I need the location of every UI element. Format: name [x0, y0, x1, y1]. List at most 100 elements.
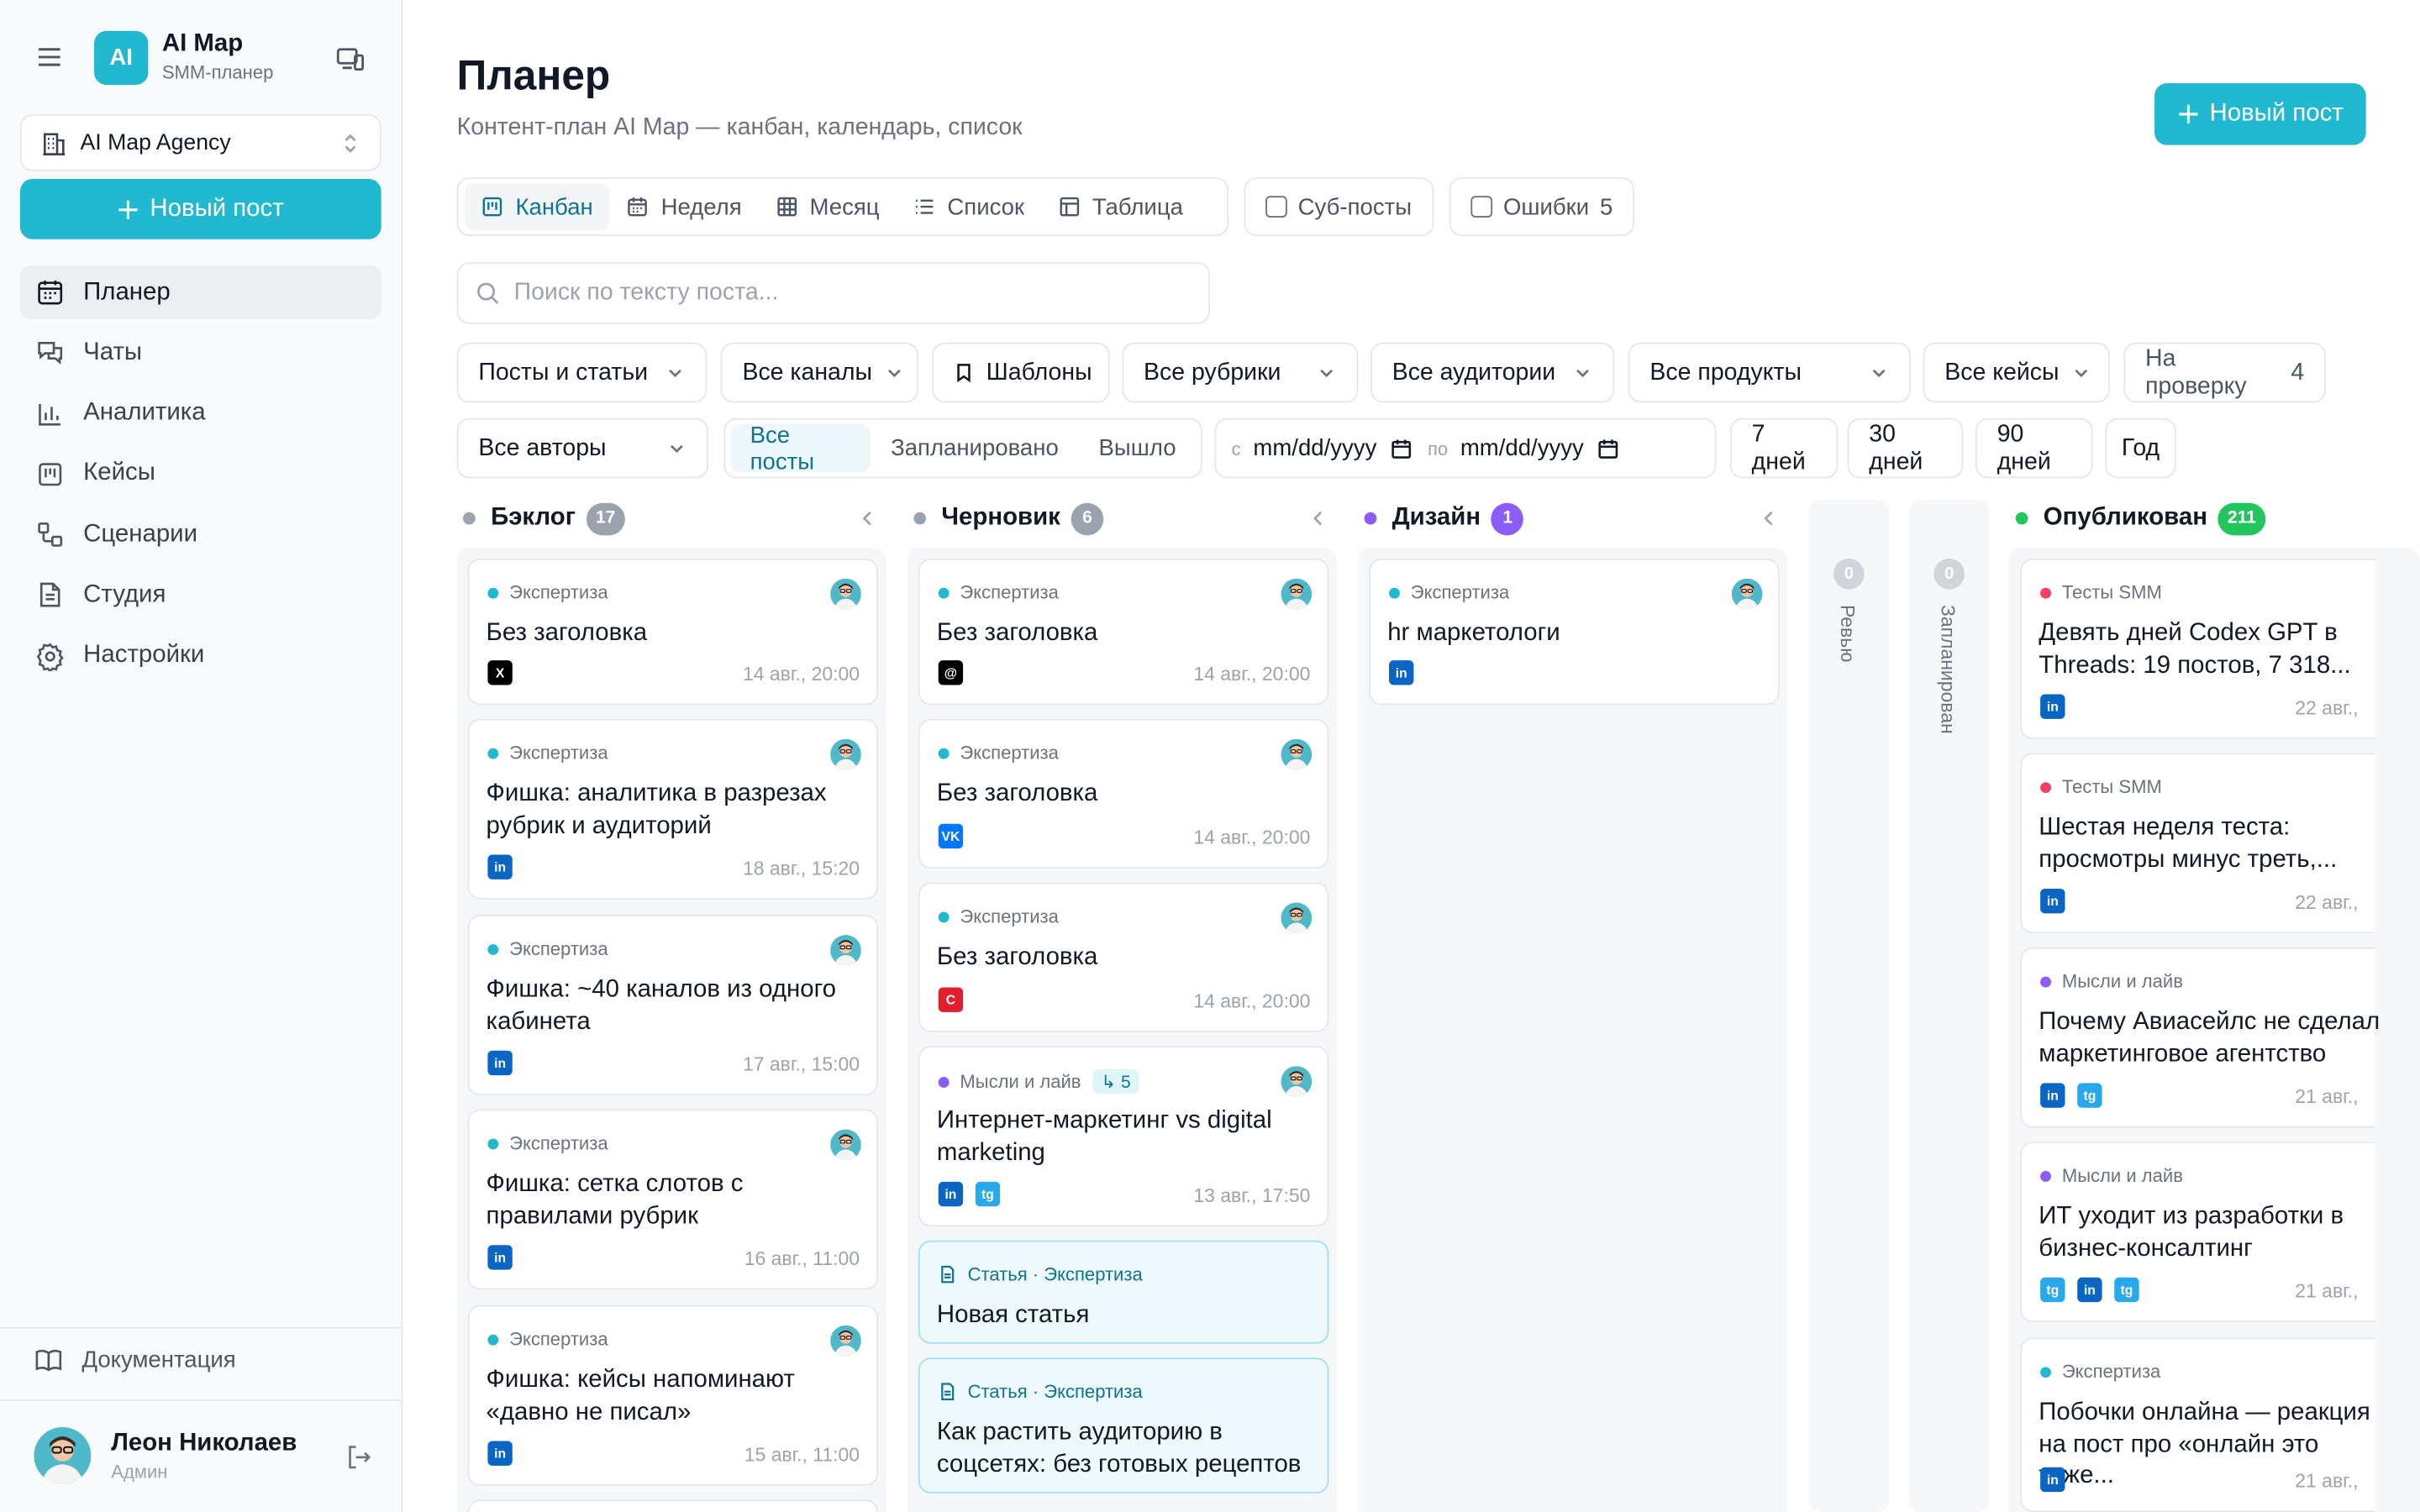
post-card[interactable]: Статья · Экспертиза Новая статья: [918, 1240, 1329, 1344]
post-card[interactable]: Тесты SMM Девять дней Codex GPT в Thread…: [2020, 558, 2375, 739]
period-90-days[interactable]: 90 дней: [1975, 417, 2093, 479]
status-all[interactable]: Все посты: [729, 422, 871, 475]
calendar-icon[interactable]: [1391, 438, 1413, 459]
author-avatar: [830, 579, 861, 610]
search-input[interactable]: [513, 279, 1192, 307]
telegram-icon: tg: [975, 1181, 1001, 1207]
category-dot: [938, 586, 950, 598]
column-header-published: Опубликован 211: [2015, 500, 2265, 537]
errors-count: 5: [1599, 193, 1613, 220]
agency-select[interactable]: AI Map Agency: [19, 113, 381, 171]
post-card[interactable]: Статья · Экспертиза Как растить аудитори…: [918, 1357, 1329, 1494]
column-review[interactable]: 0 Ревью: [1808, 500, 1890, 1512]
sidebar-item-chats[interactable]: Чаты: [20, 326, 381, 380]
list-icon: [913, 196, 935, 218]
new-post-button[interactable]: Новый пост: [2154, 83, 2366, 145]
type-filter[interactable]: Посты и статьи: [456, 342, 708, 403]
channels-filter-label: Все каналы: [742, 359, 872, 386]
templates-button[interactable]: Шаблоны: [932, 342, 1110, 403]
sidebar-item-cases[interactable]: Кейсы: [20, 447, 381, 501]
chevron-left-icon[interactable]: [1758, 507, 1780, 529]
column-count-badge: 6: [1071, 501, 1104, 535]
errors-checkbox[interactable]: [1470, 196, 1493, 218]
post-card[interactable]: Мысли и лайв Почему Авиасейлс не сделал …: [2020, 947, 2380, 1128]
chevron-down-icon: [885, 363, 905, 383]
category-dot: [2040, 1366, 2051, 1378]
column-header-backlog: Бэклог 17: [463, 500, 871, 537]
status-published[interactable]: Вышло: [1079, 424, 1197, 472]
chevron-left-icon[interactable]: [856, 507, 878, 529]
category-label: Статья · Экспертиза: [967, 1380, 1143, 1403]
linkedin-icon: in: [487, 1245, 513, 1270]
post-card[interactable]: Экспертиза Фишка: кейсы напоминают «давн…: [467, 1305, 879, 1486]
sidebar-item-analytics[interactable]: Аналитика: [20, 386, 381, 440]
post-card[interactable]: [467, 1499, 879, 1512]
authors-filter[interactable]: Все авторы: [456, 417, 709, 479]
post-card[interactable]: Экспертиза Фишка: аналитика в разрезах р…: [467, 718, 879, 900]
docs-link[interactable]: Документация: [34, 1346, 236, 1375]
status-segment: Все посты Запланировано Вышло: [723, 417, 1202, 479]
status-scheduled[interactable]: Запланировано: [871, 424, 1078, 472]
avatar[interactable]: [34, 1427, 91, 1484]
channels-filter[interactable]: Все каналы: [720, 342, 918, 403]
period-7-days[interactable]: 7 дней: [1729, 417, 1839, 479]
devices-icon[interactable]: [335, 43, 366, 74]
post-title: Фишка: ~40 каналов из одного кабинета: [486, 976, 837, 1035]
post-card[interactable]: Экспертиза Без заголовка X 14 авг., 20:00: [467, 558, 879, 706]
post-title: Девять дней Codex GPT в Threads: 19 пост…: [2039, 620, 2351, 679]
tab-month[interactable]: Месяц: [759, 184, 897, 230]
period-30-days[interactable]: 30 дней: [1847, 417, 1964, 479]
date-from-prefix: с: [1231, 437, 1241, 459]
sidebar-new-post-button[interactable]: Новый пост: [19, 179, 381, 239]
linkedin-icon: in: [1389, 660, 1414, 685]
chevron-left-icon[interactable]: [1307, 507, 1329, 529]
category-label: Экспертиза: [1410, 581, 1510, 604]
audiences-filter[interactable]: Все аудитории: [1370, 342, 1615, 403]
post-card[interactable]: Экспертиза Без заголовка C 14 авг., 20:00: [918, 882, 1329, 1032]
post-title: ИТ уходит из разработки в бизнес-консалт…: [2039, 1203, 2344, 1262]
post-card[interactable]: Мысли и лайв ИТ уходит из разработки в б…: [2020, 1142, 2375, 1323]
post-card[interactable]: Экспертиза Фишка: сетка слотов с правила…: [467, 1109, 879, 1290]
period-year[interactable]: Год: [2105, 417, 2176, 479]
sidebar-divider: [0, 1326, 403, 1329]
post-card[interactable]: Экспертиза Без заголовка @14 авг., 20:00: [918, 558, 1329, 706]
post-card[interactable]: Экспертиза Фишка: ~40 каналов из одного …: [467, 915, 879, 1096]
category-label: Тесты SMM: [2061, 775, 2162, 798]
date-to-input[interactable]: mm/dd/yyyy: [1460, 435, 1584, 461]
sidebar-item-studio[interactable]: Студия: [20, 569, 381, 622]
column-scheduled[interactable]: 0 Запланирован: [1908, 500, 1990, 1512]
menu-icon[interactable]: [34, 42, 65, 73]
calendar-icon[interactable]: [1597, 438, 1619, 459]
rubrics-filter[interactable]: Все рубрики: [1122, 342, 1359, 403]
sidebar-item-settings[interactable]: Настройки: [20, 629, 381, 683]
subposts-count: 5: [1120, 1074, 1131, 1093]
post-card[interactable]: Экспертиза Побочки онлайна — реакция на …: [2020, 1337, 2375, 1512]
tab-list[interactable]: Список: [897, 184, 1042, 230]
author-avatar: [1732, 579, 1763, 610]
subposts-toggle[interactable]: Суб-посты: [1244, 177, 1434, 237]
date-from-input[interactable]: mm/dd/yyyy: [1253, 435, 1376, 461]
docs-label: Документация: [82, 1347, 236, 1373]
sidebar-item-label: Сценарии: [83, 521, 198, 548]
post-card[interactable]: Экспертиза hr маркетологи in: [1369, 558, 1780, 706]
post-title: Без заголовка: [936, 944, 1098, 971]
tab-table[interactable]: Таблица: [1041, 184, 1200, 230]
tab-week[interactable]: Неделя: [610, 184, 759, 230]
post-card[interactable]: Тесты SMM Шестая неделя теста: просмотры…: [2020, 753, 2375, 934]
products-filter[interactable]: Все продукты: [1628, 342, 1911, 403]
tab-kanban[interactable]: Канбан: [464, 183, 610, 230]
post-card[interactable]: Мысли и лайв ↳ 5 Интернет-маркетинг vs di…: [918, 1046, 1329, 1227]
column-count-badge: 17: [586, 501, 625, 535]
category-dot: [2040, 975, 2051, 987]
channel-list: C: [938, 987, 964, 1012]
sidebar-item-scenarios[interactable]: Сценарии: [20, 508, 381, 562]
logout-icon[interactable]: [345, 1442, 374, 1472]
post-card[interactable]: Экспертиза Без заголовка VK 14 авг., 20:0…: [918, 718, 1329, 869]
sidebar-item-planner[interactable]: Планер: [19, 265, 381, 320]
review-filter-button[interactable]: На проверку 4: [2123, 342, 2326, 403]
cases-filter[interactable]: Все кейсы: [1923, 342, 2110, 403]
subposts-checkbox[interactable]: [1265, 196, 1287, 218]
errors-toggle[interactable]: Ошибки 5: [1449, 177, 1635, 237]
post-title: Фишка: аналитика в разрезах рубрик и ауд…: [486, 780, 827, 839]
category-dot: [487, 747, 499, 759]
